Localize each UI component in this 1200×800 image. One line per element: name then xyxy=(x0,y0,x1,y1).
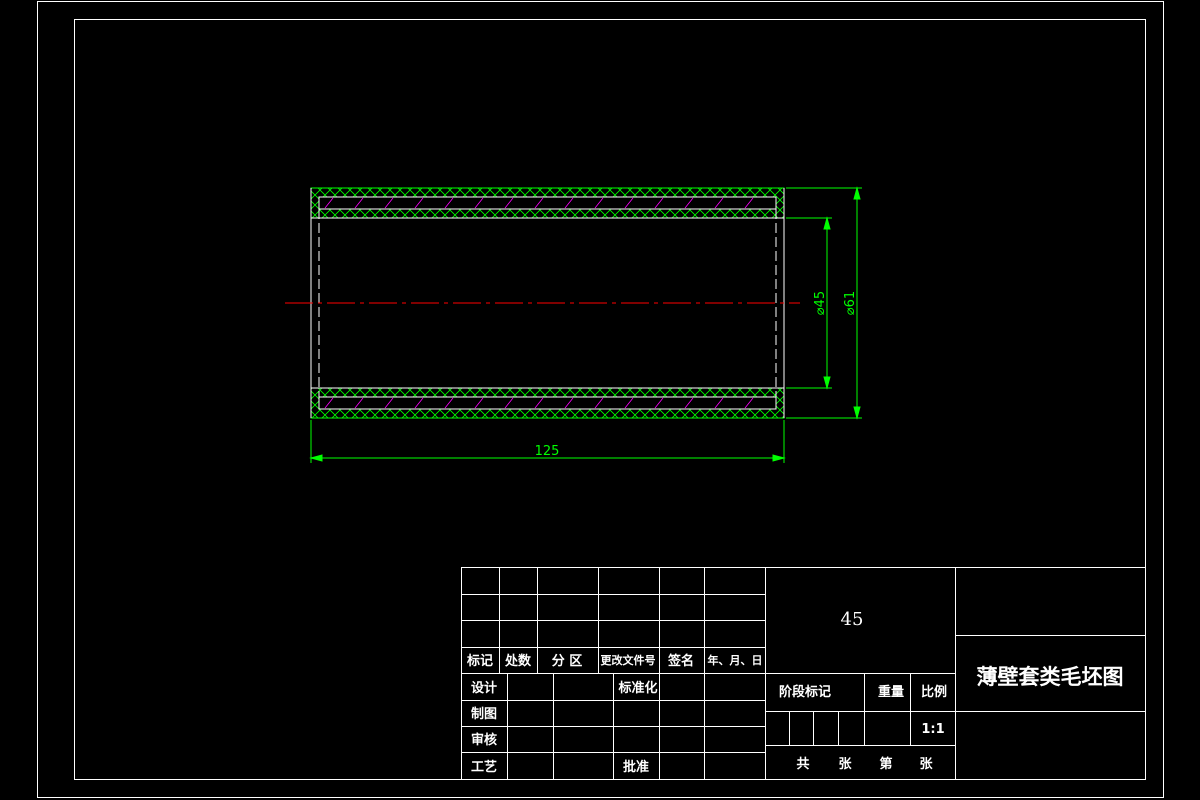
stage-mark-label: 阶段标记 xyxy=(779,684,831,700)
scale-value: 1:1 xyxy=(921,722,944,737)
weight-label: 重量 xyxy=(878,684,904,700)
dimension-inner-diameter-text: ⌀45 xyxy=(813,291,828,315)
top-wall-inner-profile xyxy=(318,196,777,210)
rev-header-zone: 分 区 xyxy=(552,653,583,669)
sheet-no-prefix: 第 xyxy=(879,756,892,772)
rev-header-date: 年、月、日 xyxy=(708,653,763,667)
bottom-wall-inner-profile xyxy=(318,396,777,410)
dimension-length-text: 125 xyxy=(535,444,560,459)
rev-header-mark: 标记 xyxy=(466,653,493,669)
role-process: 工艺 xyxy=(471,759,497,775)
rev-header-count: 处数 xyxy=(504,653,532,669)
rev-header-change-doc: 更改文件号 xyxy=(601,653,656,667)
role-review: 审核 xyxy=(471,732,497,748)
role-drawing: 制图 xyxy=(471,706,497,722)
drawing-sheet: 125 ⌀61 ⌀45 标记 处数 分 区 更改文件号 签名 年、月、日 设计 … xyxy=(37,1,1164,798)
sheets-unit-2: 张 xyxy=(919,757,933,772)
sheets-unit-1: 张 xyxy=(838,757,852,772)
dimension-outer-diameter-text: ⌀61 xyxy=(843,291,858,315)
role-approval: 批准 xyxy=(623,759,649,775)
role-standardization: 标准化 xyxy=(617,680,657,696)
material-value: 45 xyxy=(841,609,864,630)
sheets-total-prefix: 共 xyxy=(796,756,809,772)
sleeve-section-view xyxy=(285,187,800,419)
rev-header-signature: 签名 xyxy=(667,653,694,669)
scale-label: 比例 xyxy=(921,684,947,700)
role-design: 设计 xyxy=(471,680,497,696)
drawing-title: 薄壁套类毛坯图 xyxy=(977,664,1124,689)
